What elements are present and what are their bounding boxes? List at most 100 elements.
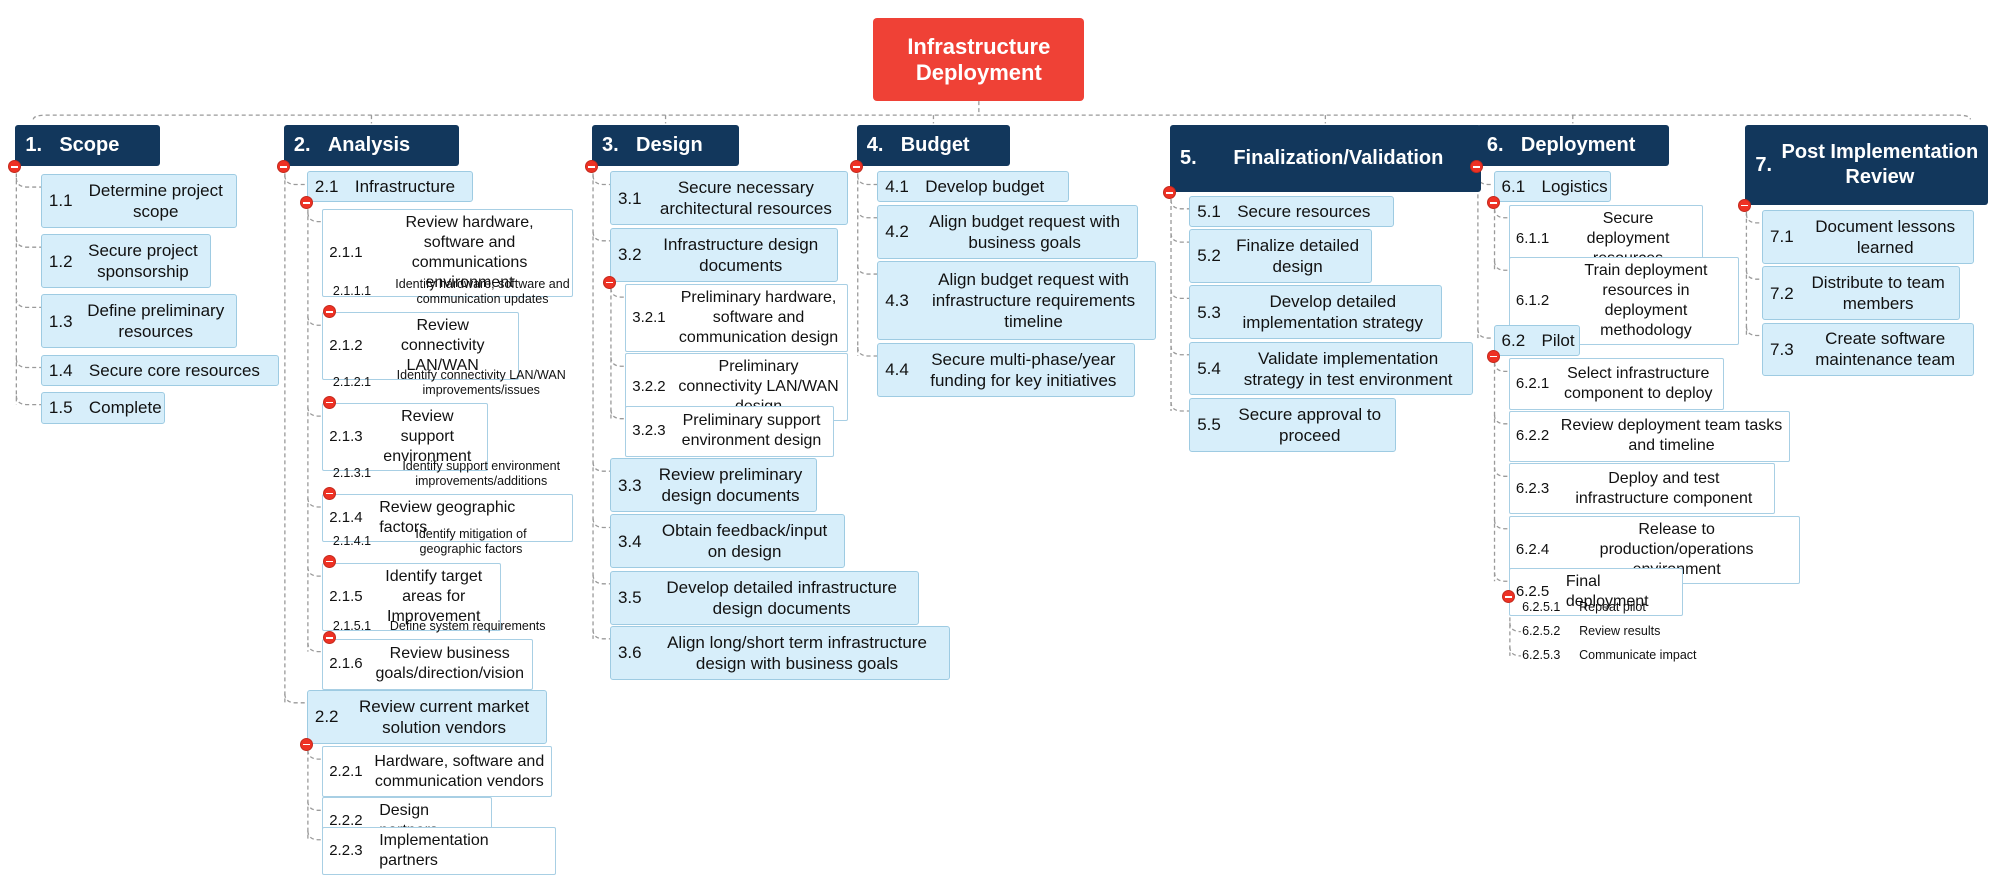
connector bbox=[857, 346, 878, 357]
wbs-node-2-1-6[interactable]: 2.1.6 Review business goals/direction/vis… bbox=[322, 638, 534, 690]
node-number: 6.2.2 bbox=[1515, 427, 1550, 445]
wbs-node-2-1-4-1[interactable]: 2.1.4.1 Identify mitigation of geographic… bbox=[330, 523, 560, 560]
wbs-node-5-5[interactable]: 5.5 Secure approval to proceed bbox=[1189, 398, 1397, 452]
branch-header-4[interactable]: 4. Budget bbox=[856, 125, 1011, 167]
branch-header-6[interactable]: 6. Deployment bbox=[1476, 125, 1669, 167]
wbs-node-5-4[interactable]: 5.4 Validate implementation strategy in t… bbox=[1189, 341, 1474, 396]
node-number: 2.2 bbox=[314, 707, 339, 727]
collapse-toggle-icon[interactable] bbox=[585, 160, 599, 174]
node-number: 2.2.3 bbox=[329, 841, 363, 859]
node-number: 7.1 bbox=[1770, 227, 1794, 247]
root-node[interactable]: Infrastructure Deployment bbox=[873, 17, 1085, 102]
wbs-node-3-1[interactable]: 3.1 Secure necessary architectural resour… bbox=[609, 171, 848, 226]
collapse-toggle-icon[interactable] bbox=[1486, 349, 1500, 363]
connector bbox=[610, 357, 626, 367]
wbs-node-6-2-5-1[interactable]: 6.2.5.1 Repeat pilot bbox=[1519, 598, 1711, 617]
collapse-toggle-icon[interactable] bbox=[1738, 198, 1752, 212]
connector bbox=[15, 178, 41, 188]
branch-header-7[interactable]: 7. Post Implementation Review bbox=[1745, 125, 1989, 205]
collapse-toggle-icon[interactable] bbox=[299, 196, 313, 210]
wbs-node-4-1[interactable]: 4.1 Develop budget bbox=[877, 171, 1069, 203]
wbs-node-3-4[interactable]: 3.4 Obtain feedback/input on design bbox=[609, 514, 846, 569]
node-number: 7.3 bbox=[1770, 339, 1794, 359]
connector bbox=[307, 497, 323, 508]
wbs-node-6-1[interactable]: 6.1 Logistics bbox=[1493, 171, 1612, 203]
wbs-node-2-1-2-1[interactable]: 2.1.2.1 Identify connectivity LAN/WAN imp… bbox=[330, 363, 581, 401]
node-label: Secure multi-phase/year funding for key … bbox=[930, 349, 1117, 390]
collapse-toggle-icon[interactable] bbox=[849, 160, 863, 174]
collapse-toggle-icon[interactable] bbox=[276, 160, 290, 174]
wbs-node-3-2-1[interactable]: 3.2.1 Preliminary hardware, software and … bbox=[625, 284, 848, 353]
collapse-toggle-icon[interactable] bbox=[322, 395, 336, 409]
collapse-toggle-icon[interactable] bbox=[1163, 185, 1176, 199]
collapse-toggle-icon[interactable] bbox=[322, 486, 336, 500]
wbs-node-6-2-3[interactable]: 6.2.3 Deploy and test infrastructure comp… bbox=[1508, 463, 1775, 515]
node-number: 6.2.3 bbox=[1515, 479, 1550, 497]
branch-header-5[interactable]: 5. Finalization/Validation bbox=[1170, 125, 1481, 192]
node-number: 6.2 bbox=[1501, 330, 1526, 350]
wbs-node-3-2-3[interactable]: 3.2.3 Preliminary support environment des… bbox=[625, 405, 834, 457]
wbs-node-5-1[interactable]: 5.1 Secure resources bbox=[1189, 195, 1394, 227]
collapse-toggle-icon[interactable] bbox=[1469, 160, 1483, 174]
branch-header-1[interactable]: 1. Scope bbox=[15, 125, 160, 167]
wbs-node-2-1[interactable]: 2.1 Infrastructure bbox=[306, 171, 474, 203]
connector bbox=[610, 409, 626, 420]
wbs-node-4-2[interactable]: 4.2 Align budget request with business go… bbox=[877, 204, 1139, 259]
wbs-node-1-4[interactable]: 1.4 Secure core resources bbox=[40, 354, 279, 387]
wbs-node-6-2-2[interactable]: 6.2.2 Review deployment team tasks and ti… bbox=[1508, 410, 1791, 462]
branch-header-2[interactable]: 2. Analysis bbox=[283, 125, 460, 167]
collapse-toggle-icon[interactable] bbox=[1486, 196, 1500, 210]
wbs-node-1-1[interactable]: 1.1 Determine project scope bbox=[40, 174, 237, 228]
connector bbox=[857, 265, 878, 275]
wbs-node-6-2[interactable]: 6.2 Pilot bbox=[1493, 325, 1581, 356]
wbs-node-7-1[interactable]: 7.1 Document lessons learned bbox=[1762, 209, 1975, 264]
node-number: 3.1 bbox=[617, 188, 642, 208]
connector bbox=[15, 298, 41, 309]
collapse-toggle-icon[interactable] bbox=[322, 304, 336, 318]
connector bbox=[1745, 270, 1763, 280]
collapse-toggle-icon[interactable] bbox=[8, 160, 22, 174]
wbs-node-3-3[interactable]: 3.3 Review preliminary design documents bbox=[609, 458, 818, 512]
node-number: 7. bbox=[1755, 153, 1773, 176]
node-number: 6.2.5.3 bbox=[1522, 648, 1561, 663]
wbs-node-4-4[interactable]: 4.4 Secure multi-phase/year funding for k… bbox=[877, 342, 1136, 397]
wbs-node-4-3[interactable]: 4.3 Align budget request with infrastruct… bbox=[877, 261, 1156, 341]
node-label: Deployment bbox=[1520, 134, 1636, 157]
node-label: Finalize detailed design bbox=[1236, 235, 1360, 276]
node-label: Finalization/Validation bbox=[1233, 147, 1444, 170]
wbs-node-2-2-3[interactable]: 2.2.3 Implementation partners bbox=[322, 826, 557, 875]
wbs-node-5-3[interactable]: 5.3 Develop detailed implementation strat… bbox=[1189, 285, 1443, 340]
branch-header-3[interactable]: 3. Design bbox=[592, 125, 740, 167]
node-number: 1.1 bbox=[48, 191, 73, 211]
collapse-toggle-icon[interactable] bbox=[602, 275, 616, 289]
wbs-node-2-1-3-1[interactable]: 2.1.3.1 Identify support environment impr… bbox=[330, 454, 581, 492]
node-label: Pilot bbox=[1541, 330, 1575, 350]
node-number: 1. bbox=[25, 134, 43, 157]
connector bbox=[1493, 362, 1509, 373]
node-number: 2.1.6 bbox=[329, 655, 363, 673]
wbs-node-6-2-5-3[interactable]: 6.2.5.3 Communicate impact bbox=[1519, 646, 1730, 665]
wbs-node-6-2-1[interactable]: 6.2.1 Select infrastructure component to … bbox=[1508, 358, 1724, 410]
wbs-node-3-5[interactable]: 3.5 Develop detailed infrastructure desig… bbox=[609, 570, 920, 625]
wbs-node-1-5[interactable]: 1.5 Complete bbox=[40, 391, 165, 424]
wbs-node-3-6[interactable]: 3.6 Align long/short term infrastructure … bbox=[609, 625, 951, 680]
wbs-node-1-2[interactable]: 1.2 Secure project sponsorship bbox=[40, 234, 211, 288]
wbs-node-5-2[interactable]: 5.2 Finalize detailed design bbox=[1189, 229, 1373, 283]
node-number: 2. bbox=[293, 134, 311, 157]
node-label: Communicate impact bbox=[1579, 648, 1697, 663]
wbs-node-2-1-1-1[interactable]: 2.1.1.1 Identify hardware, software and c… bbox=[330, 273, 583, 311]
wbs-node-2-2-1[interactable]: 2.2.1 Hardware, software and communicatio… bbox=[322, 746, 553, 798]
wbs-node-2-2[interactable]: 2.2 Review current market solution vendor… bbox=[306, 689, 548, 744]
wbs-node-7-3[interactable]: 7.3 Create software maintenance team bbox=[1762, 322, 1975, 377]
node-label: Infrastructure bbox=[354, 177, 456, 197]
collapse-toggle-icon[interactable] bbox=[322, 554, 336, 568]
collapse-toggle-icon[interactable] bbox=[299, 737, 313, 751]
wbs-node-3-2[interactable]: 3.2 Infrastructure design documents bbox=[609, 227, 838, 282]
node-number: 5. bbox=[1180, 147, 1197, 170]
wbs-node-7-2[interactable]: 7.2 Distribute to team members bbox=[1762, 266, 1961, 320]
node-label: Create software maintenance team bbox=[1815, 329, 1956, 370]
wbs-node-6-2-5-2[interactable]: 6.2.5.2 Review results bbox=[1519, 622, 1711, 641]
wbs-node-2-1-5-1[interactable]: 2.1.5.1 Define system requirements bbox=[330, 616, 568, 638]
connector bbox=[592, 462, 610, 472]
wbs-node-1-3[interactable]: 1.3 Define preliminary resources bbox=[40, 294, 237, 349]
